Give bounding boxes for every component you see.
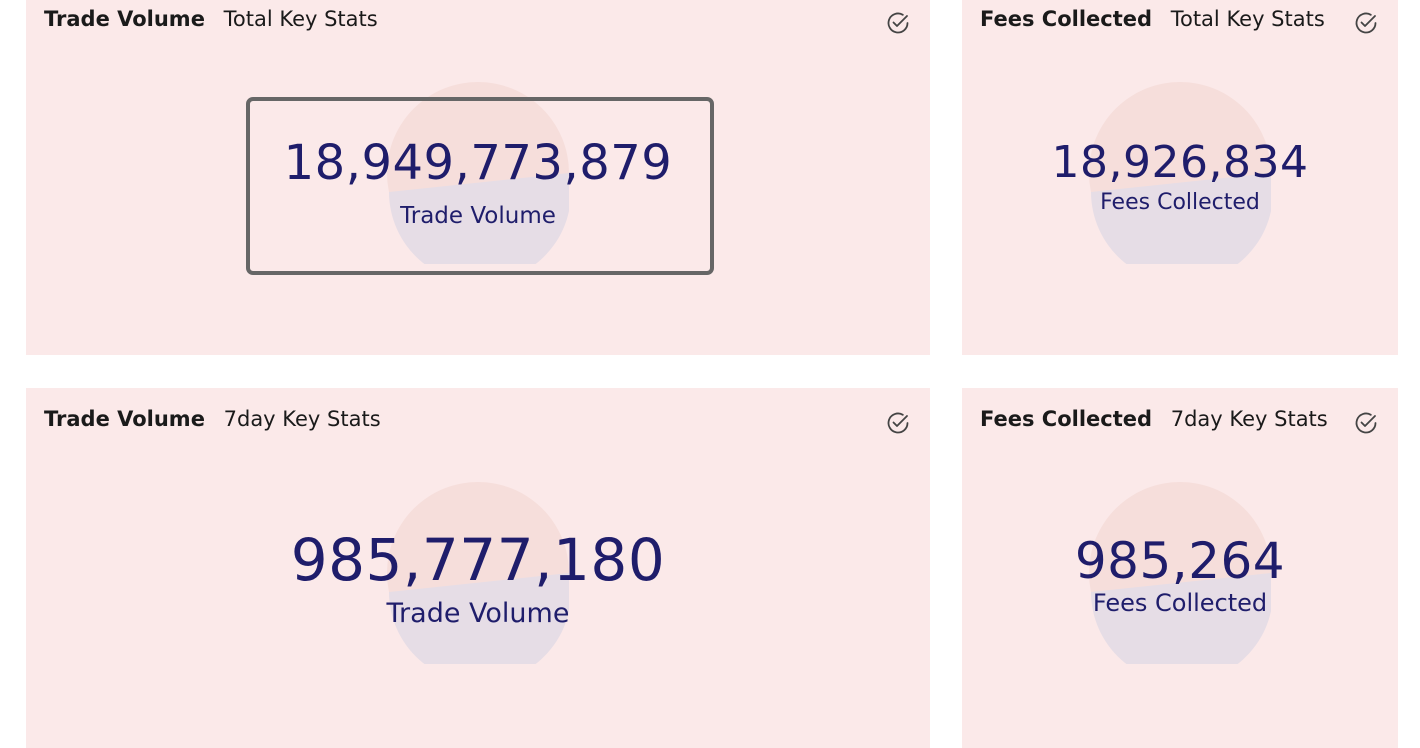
stat-caption: Fees Collected bbox=[1100, 190, 1260, 215]
stat-value: 18,926,834 bbox=[1051, 137, 1309, 188]
stat-value: 985,777,180 bbox=[290, 526, 666, 594]
stat-caption: Fees Collected bbox=[1092, 589, 1268, 617]
card-header: Fees Collected 7day Key Stats bbox=[980, 406, 1328, 432]
card-subtitle: Total Key Stats bbox=[223, 7, 378, 31]
check-circle-icon[interactable] bbox=[885, 410, 911, 436]
fees-collected-total-card[interactable]: Fees Collected Total Key Stats 18,926,83… bbox=[962, 0, 1398, 355]
card-title: Trade Volume bbox=[44, 407, 205, 431]
card-subtitle: Total Key Stats bbox=[1170, 7, 1325, 31]
stat-value: 985,264 bbox=[1074, 532, 1286, 590]
check-circle-icon[interactable] bbox=[1353, 10, 1379, 36]
stat-caption: Trade Volume bbox=[386, 598, 570, 629]
check-circle-icon[interactable] bbox=[1353, 410, 1379, 436]
card-header: Trade Volume Total Key Stats bbox=[44, 6, 378, 32]
card-header: Fees Collected Total Key Stats bbox=[980, 6, 1325, 32]
card-header: Trade Volume 7day Key Stats bbox=[44, 406, 381, 432]
trade-volume-7day-card[interactable]: Trade Volume 7day Key Stats 985,777,180 … bbox=[26, 388, 930, 748]
card-title: Trade Volume bbox=[44, 7, 205, 31]
trade-volume-total-card[interactable]: Trade Volume Total Key Stats 18,949,773,… bbox=[26, 0, 930, 355]
card-subtitle: 7day Key Stats bbox=[223, 407, 381, 431]
fees-collected-7day-card[interactable]: Fees Collected 7day Key Stats 985,264 Fe… bbox=[962, 388, 1398, 748]
focus-outline bbox=[246, 97, 714, 275]
check-circle-icon[interactable] bbox=[885, 10, 911, 36]
card-title: Fees Collected bbox=[980, 7, 1153, 31]
card-title: Fees Collected bbox=[980, 407, 1153, 431]
card-subtitle: 7day Key Stats bbox=[1170, 407, 1328, 431]
